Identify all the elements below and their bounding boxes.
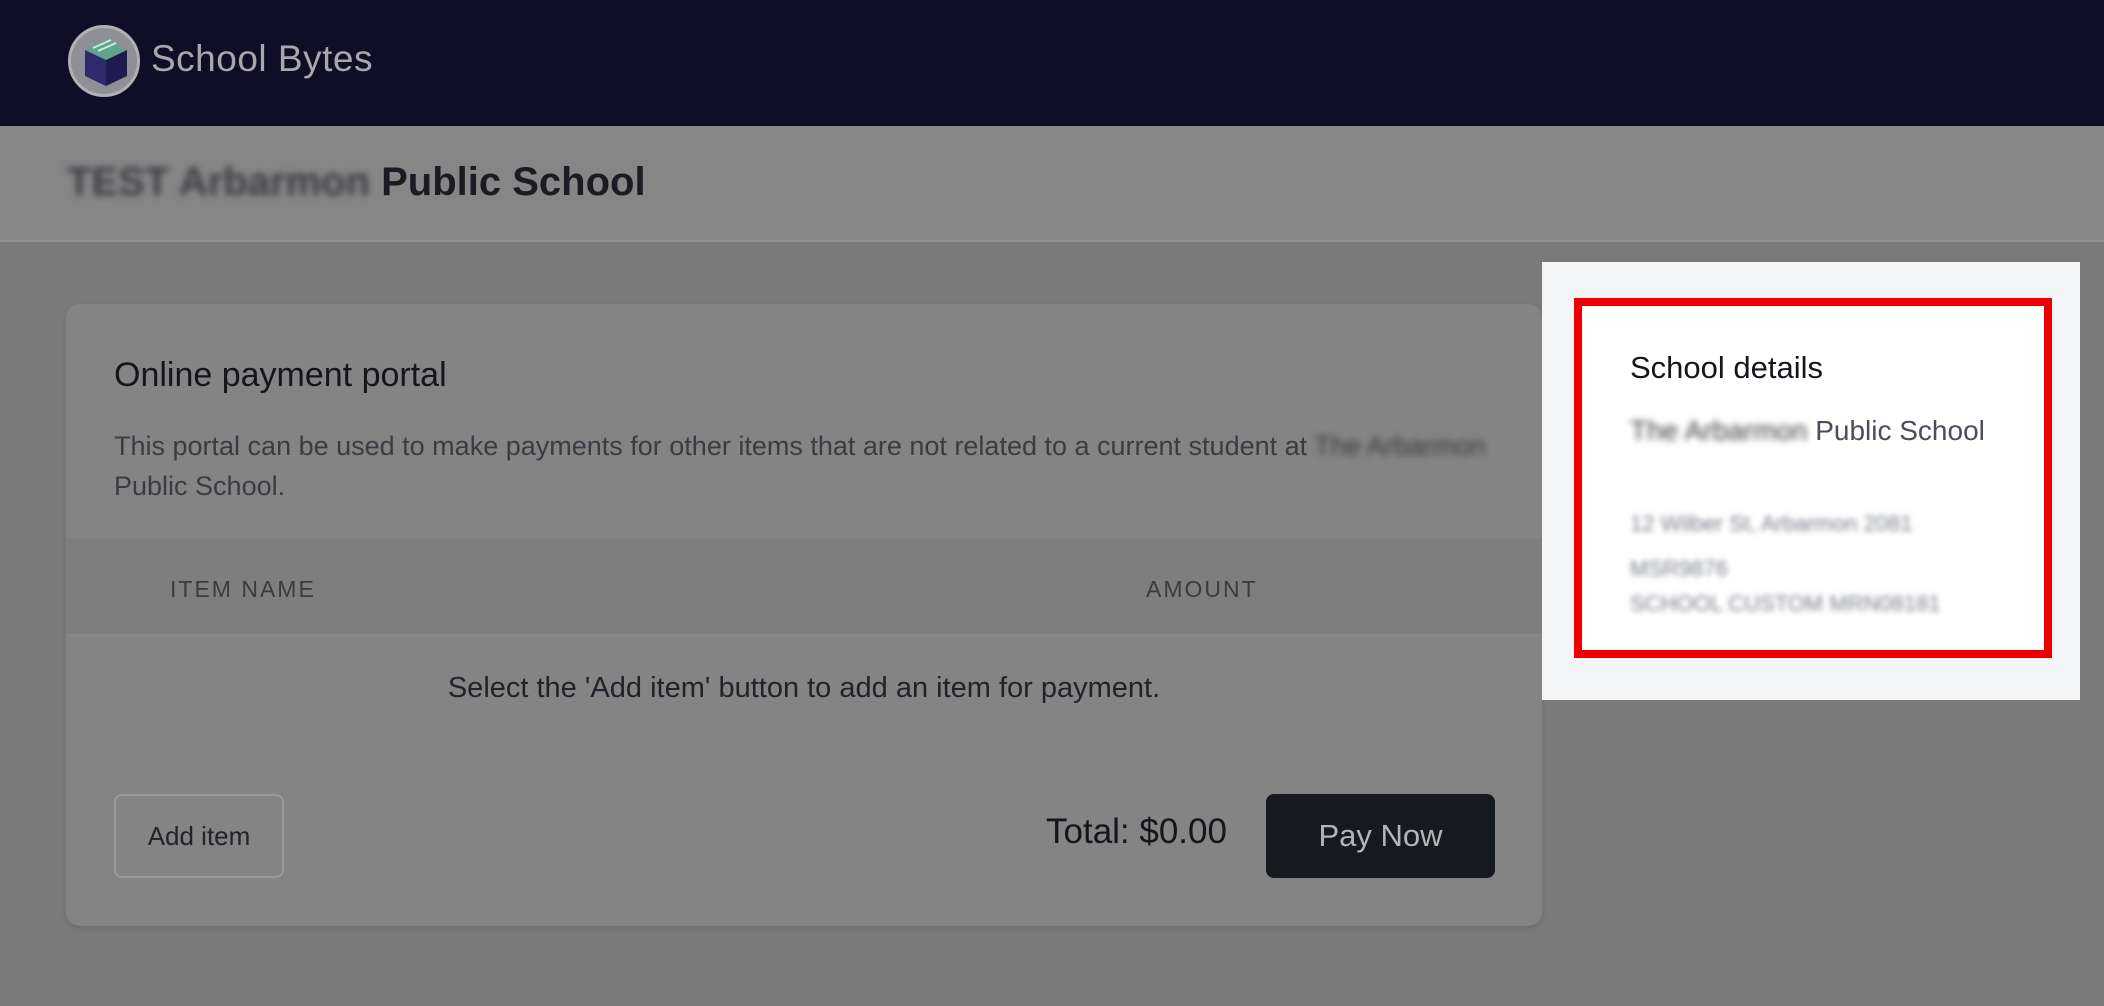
column-header-item-name: ITEM NAME <box>170 576 316 602</box>
page-title: TEST Arbarmon Public School <box>67 160 646 205</box>
portal-title: Online payment portal <box>114 356 447 394</box>
description-text-start: This portal can be used to make payments… <box>114 431 1315 461</box>
school-name-redacted: TEST Arbarmon <box>67 160 370 204</box>
portal-description: This portal can be used to make payments… <box>114 426 1504 506</box>
book-cube-logo-icon[interactable] <box>68 25 140 97</box>
school-name-suffix: Public School <box>370 160 646 204</box>
total-amount: Total: $0.00 <box>1046 812 1227 851</box>
brand-name[interactable]: School Bytes <box>151 38 373 80</box>
school-details-name: The Arbarmon Public School <box>1630 410 2000 452</box>
pay-now-button[interactable]: Pay Now <box>1266 794 1495 878</box>
school-address-redacted: 12 Wilber St, Arbarmon 2081 <box>1630 511 1913 536</box>
school-code-redacted: MSR9876 <box>1630 556 1728 581</box>
top-navigation-bar: School Bytes <box>0 0 2104 126</box>
description-text-end: Public School. <box>114 471 286 501</box>
school-details-title: School details <box>1630 350 1824 385</box>
school-header: TEST Arbarmon Public School <box>0 126 2104 242</box>
details-name-suffix: Public School <box>1807 415 1985 446</box>
payment-portal-card: Online payment portal This portal can be… <box>66 304 1542 926</box>
add-item-button[interactable]: Add item <box>114 794 284 878</box>
empty-table-message: Select the 'Add item' button to add an i… <box>447 672 1161 704</box>
details-name-redacted: The Arbarmon <box>1630 415 1808 446</box>
column-header-amount: AMOUNT <box>1146 576 1258 602</box>
items-table-header: ITEM NAME AMOUNT <box>66 538 1542 636</box>
school-details-panel: School details The Arbarmon Public Schoo… <box>1542 262 2080 700</box>
school-extra-redacted: SCHOOL CUSTOM MRN08181 <box>1630 591 1941 616</box>
school-details-highlight: School details The Arbarmon Public Schoo… <box>1574 298 2052 658</box>
description-school-redacted: The Arbarmon <box>1314 431 1486 461</box>
